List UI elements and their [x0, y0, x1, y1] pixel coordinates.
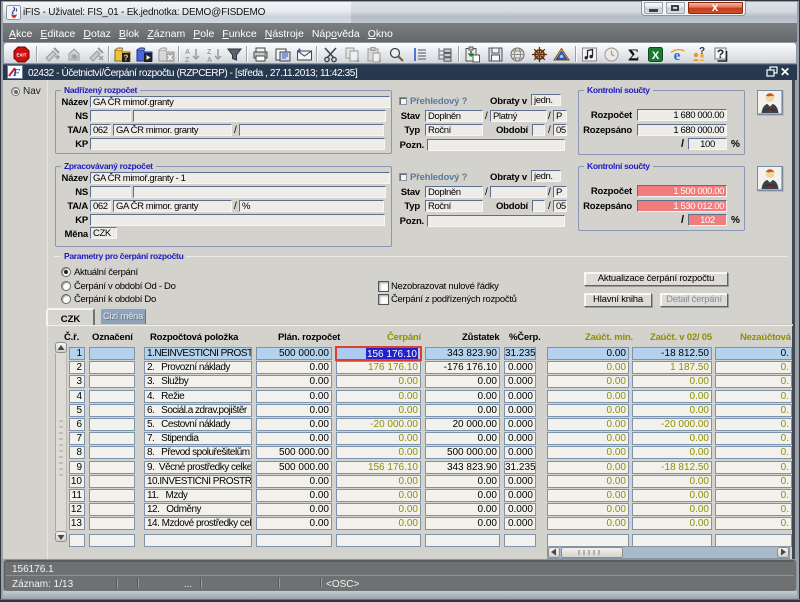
svg-text:a: a — [378, 58, 382, 63]
svg-text:a: a — [356, 58, 360, 63]
svg-text:?: ? — [124, 54, 129, 63]
svg-text:Z: Z — [207, 49, 212, 56]
svg-text:A: A — [185, 49, 190, 56]
svg-text:?: ? — [717, 47, 724, 61]
svg-text:?: ? — [699, 46, 705, 57]
svg-text:EXIT: EXIT — [16, 53, 26, 58]
svg-text:X: X — [652, 50, 660, 62]
svg-text:Σ: Σ — [628, 46, 639, 63]
svg-text:A: A — [207, 57, 212, 63]
svg-text:Z: Z — [185, 57, 190, 63]
svg-text:F: F — [12, 67, 21, 79]
